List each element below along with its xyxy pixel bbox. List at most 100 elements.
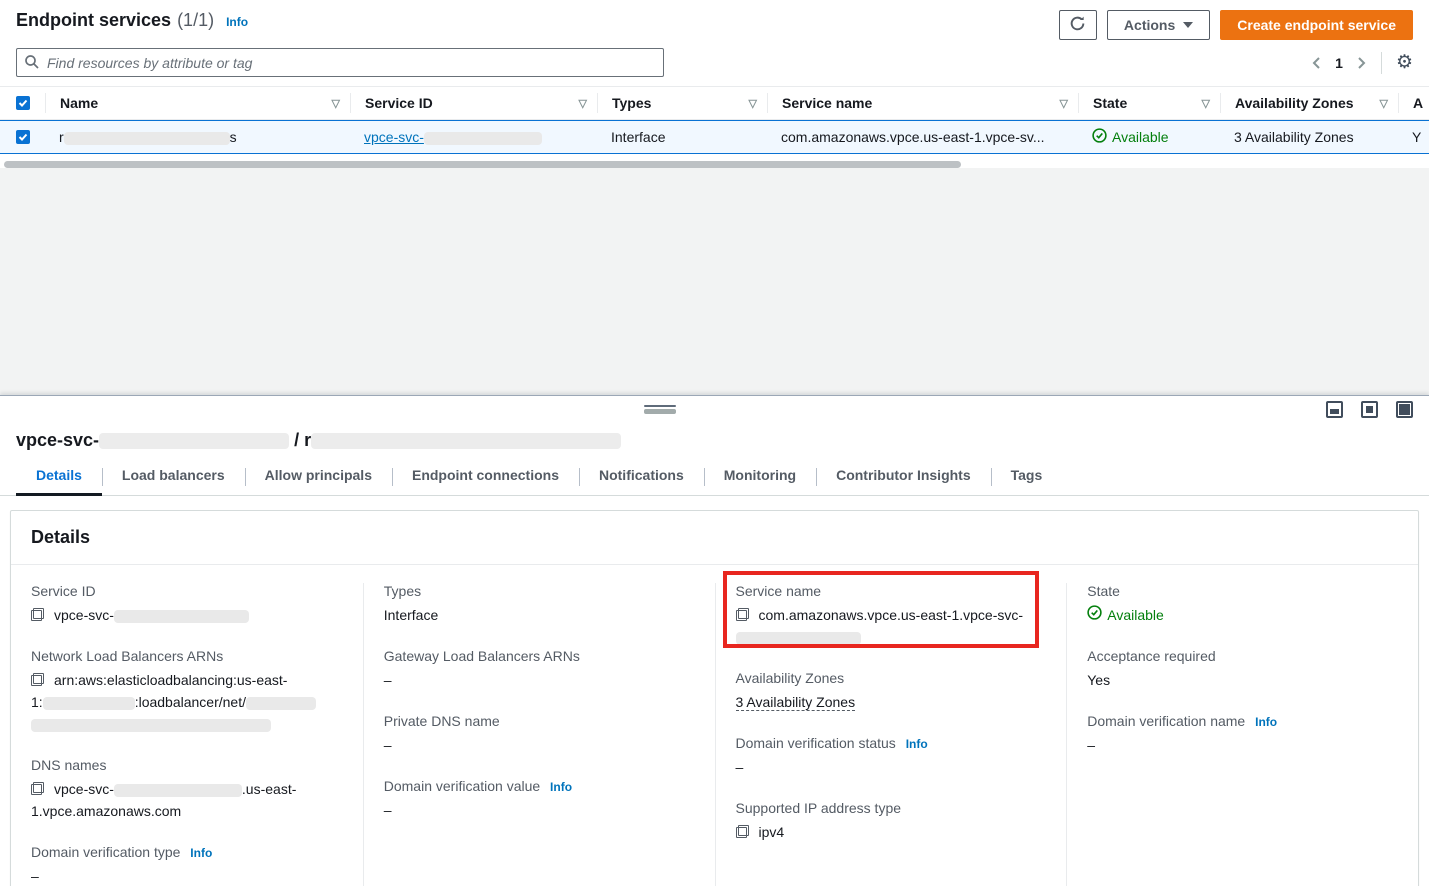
service-id-value: vpce-svc-: [54, 607, 114, 623]
select-all-checkbox[interactable]: [16, 96, 30, 110]
row-name-suffix: s: [230, 129, 237, 145]
tab-endpoint-connections[interactable]: Endpoint connections: [392, 467, 579, 495]
panel-tabs: Details Load balancers Allow principals …: [0, 467, 1429, 496]
column-header-service-name[interactable]: Service name ▽: [767, 93, 1078, 113]
info-link[interactable]: Info: [190, 846, 212, 860]
redaction-patch: [64, 132, 230, 145]
copy-icon[interactable]: [31, 608, 44, 621]
state-label: Available: [1112, 129, 1169, 145]
settings-gear-icon[interactable]: ⚙: [1396, 53, 1413, 72]
field-label: State: [1087, 583, 1398, 599]
toolbar: 1 ⚙: [0, 40, 1429, 77]
prev-page-icon[interactable]: [1311, 56, 1323, 70]
copy-icon[interactable]: [31, 782, 44, 795]
sort-icon[interactable]: ▽: [1202, 97, 1210, 110]
column-header-types[interactable]: Types ▽: [597, 93, 767, 113]
row-types-cell: Interface: [597, 129, 767, 145]
field-supported-ip: Supported IP address type ipv4: [736, 800, 1047, 843]
field-value: –: [384, 799, 695, 821]
field-label-text: Domain verification status: [736, 735, 896, 751]
field-label: Domain verification type Info: [31, 844, 343, 860]
field-label: Network Load Balancers ARNs: [31, 648, 343, 664]
field-value: –: [31, 865, 343, 886]
drag-handle-line: [644, 409, 676, 414]
service-id-link[interactable]: vpce-svc-: [364, 129, 542, 145]
horizontal-scrollbar-thumb[interactable]: [4, 161, 961, 168]
field-domain-verification-name: Domain verification name Info –: [1087, 713, 1398, 756]
panel-split-layout-icon[interactable]: [1361, 401, 1378, 418]
info-link[interactable]: Info: [550, 780, 572, 794]
sort-icon[interactable]: ▽: [1380, 97, 1388, 110]
panel-title-name-prefix: r: [304, 430, 311, 450]
split-panel-drag-handle[interactable]: [644, 405, 676, 414]
split-panel: vpce-svc- / r Details Load balancers All…: [0, 395, 1429, 886]
service-id-prefix: vpce-svc-: [364, 129, 424, 145]
sort-icon[interactable]: ▽: [1060, 97, 1068, 110]
actions-button-label: Actions: [1124, 17, 1175, 33]
panel-bottom-layout-icon[interactable]: [1326, 401, 1343, 418]
tab-allow-principals[interactable]: Allow principals: [245, 467, 392, 495]
column-header-acceptance-truncated[interactable]: A: [1398, 93, 1429, 113]
search-icon: [24, 54, 40, 73]
redaction-patch: [736, 632, 861, 645]
pagination-divider: [1381, 52, 1382, 74]
select-all-cell: [0, 93, 45, 113]
tab-contributor-insights[interactable]: Contributor Insights: [816, 467, 991, 495]
row-checkbox[interactable]: [16, 130, 30, 144]
sort-icon[interactable]: ▽: [579, 97, 587, 110]
refresh-button[interactable]: [1059, 10, 1097, 40]
field-label: Domain verification value Info: [384, 778, 695, 794]
field-acceptance-required: Acceptance required Yes: [1087, 648, 1398, 691]
sort-icon[interactable]: ▽: [749, 97, 757, 110]
row-service-name-cell: com.amazonaws.vpce.us-east-1.vpce-sv...: [767, 129, 1078, 145]
column-header-service-id[interactable]: Service ID ▽: [350, 93, 597, 113]
field-label: Private DNS name: [384, 713, 695, 729]
details-column-1: Service ID vpce-svc- Network Load Balanc…: [11, 583, 363, 886]
redaction-patch: [114, 610, 249, 623]
info-link[interactable]: Info: [1255, 715, 1277, 729]
nlb-arn-line2-mid: :loadbalancer/net/: [135, 694, 246, 710]
endpoint-services-section: Endpoint services (1/1) Info Actions Cre…: [0, 0, 1429, 168]
state-available: Available: [1087, 604, 1398, 626]
column-label: A: [1413, 95, 1423, 111]
field-label: Types: [384, 583, 695, 599]
icon-fill: [1399, 404, 1410, 415]
tab-load-balancers[interactable]: Load balancers: [102, 467, 245, 495]
tab-monitoring[interactable]: Monitoring: [704, 467, 816, 495]
column-label: Types: [612, 95, 651, 111]
field-value: arn:aws:elasticloadbalancing:us-east- 1:…: [31, 669, 343, 735]
copy-icon[interactable]: [31, 673, 44, 686]
column-header-name[interactable]: Name ▽: [45, 93, 350, 113]
tab-notifications[interactable]: Notifications: [579, 467, 704, 495]
actions-button[interactable]: Actions: [1107, 10, 1210, 40]
field-availability-zones: Availability Zones 3 Availability Zones: [736, 670, 1047, 713]
field-label: Domain verification name Info: [1087, 713, 1398, 729]
column-header-availability-zones[interactable]: Availability Zones ▽: [1220, 93, 1398, 113]
next-page-icon[interactable]: [1355, 56, 1367, 70]
endpoint-services-table: Name ▽ Service ID ▽ Types ▽ Service name…: [0, 86, 1429, 169]
copy-icon[interactable]: [736, 608, 749, 621]
tab-details[interactable]: Details: [16, 467, 102, 495]
create-endpoint-service-button[interactable]: Create endpoint service: [1220, 10, 1413, 40]
availability-zones-link[interactable]: 3 Availability Zones: [1234, 129, 1354, 145]
title-info-link[interactable]: Info: [226, 15, 248, 29]
panel-full-layout-icon[interactable]: [1396, 401, 1413, 418]
availability-zones-link[interactable]: 3 Availability Zones: [736, 694, 856, 711]
page-number[interactable]: 1: [1335, 55, 1343, 71]
column-label: State: [1093, 95, 1127, 111]
tab-tags[interactable]: Tags: [991, 467, 1063, 495]
sort-icon[interactable]: ▽: [332, 97, 340, 110]
details-column-4: State Available Acceptance required Yes: [1066, 583, 1418, 886]
details-column-2: Types Interface Gateway Load Balancers A…: [363, 583, 715, 886]
row-select-cell: [0, 130, 45, 144]
column-header-state[interactable]: State ▽: [1078, 93, 1220, 113]
service-name-value: com.amazonaws.vpce.us-east-1.vpce-svc-: [759, 607, 1024, 623]
table-row[interactable]: rs vpce-svc- Interface com.amazonaws.vpc…: [0, 120, 1429, 154]
info-link[interactable]: Info: [906, 737, 928, 751]
column-label: Service ID: [365, 95, 433, 111]
redaction-patch: [43, 697, 135, 710]
search-input[interactable]: [16, 48, 664, 77]
supported-ip-value: ipv4: [759, 824, 785, 840]
dns-name-prefix: vpce-svc-: [54, 781, 114, 797]
copy-icon[interactable]: [736, 825, 749, 838]
